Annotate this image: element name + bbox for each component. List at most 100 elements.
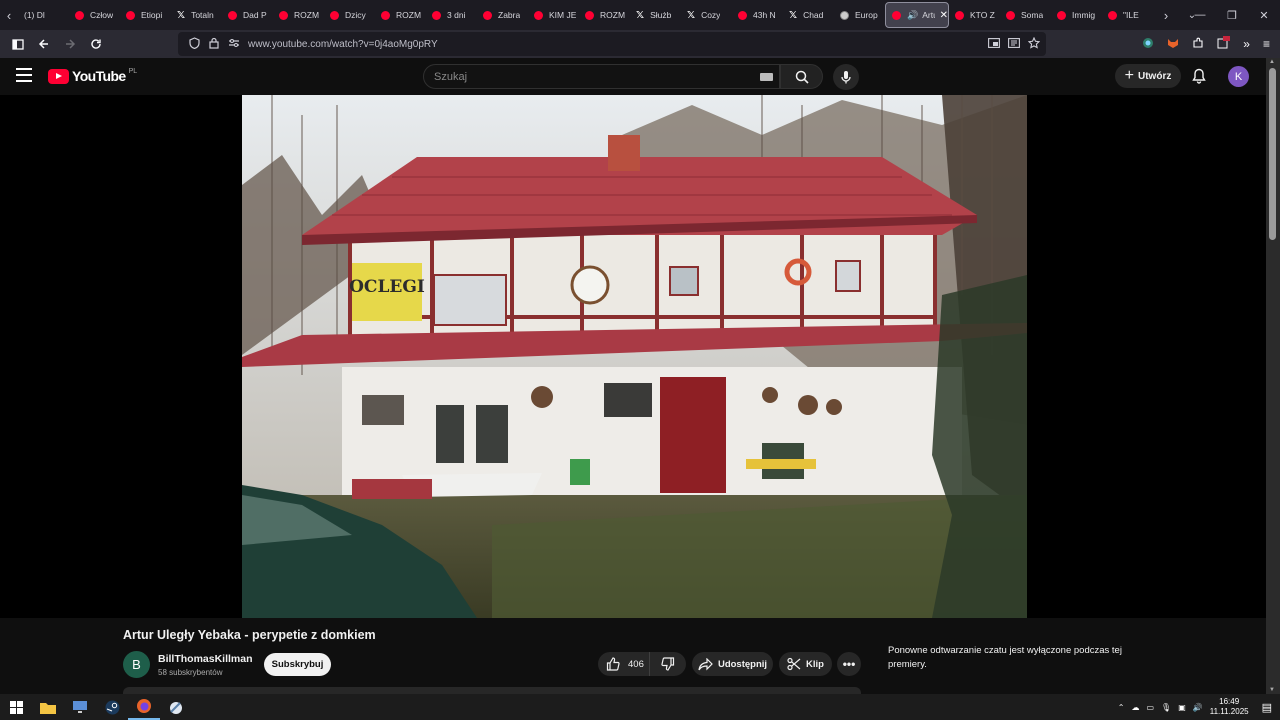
browser-tab[interactable]: Etiopi (120, 2, 171, 28)
tab-title: Dad P (243, 10, 267, 20)
browser-tab[interactable]: Europ (834, 2, 885, 28)
minimize-icon[interactable]: — (1184, 0, 1216, 30)
page-scrollbar[interactable]: ▲ ▼ (1266, 58, 1280, 694)
notifications-bell-icon[interactable] (1189, 66, 1209, 86)
voice-search-button[interactable] (833, 64, 859, 90)
youtube-icon (955, 10, 964, 20)
account-avatar[interactable]: K (1228, 66, 1249, 87)
create-button[interactable]: + Utwórz (1115, 64, 1181, 88)
tabs-scroll-left-icon[interactable]: ‹ (0, 0, 18, 30)
browser-tab[interactable]: 𝕏 Chad (783, 2, 834, 28)
youtube-icon (738, 10, 747, 20)
video-player[interactable]: OCLEGI (0, 95, 1266, 618)
channel-avatar[interactable]: B (123, 651, 150, 678)
create-label: Utwórz (1138, 70, 1172, 82)
share-icon (698, 657, 713, 670)
restore-icon[interactable]: ❐ (1216, 0, 1248, 30)
clip-label: Klip (806, 658, 824, 670)
browser-tab[interactable]: Człow (69, 2, 120, 28)
browser-tab[interactable]: 🔊 Artu ✕ (885, 2, 949, 28)
dislike-button[interactable] (650, 657, 686, 671)
subscribe-button[interactable]: Subskrybuj (264, 653, 331, 676)
bookmark-star-icon[interactable] (1027, 36, 1041, 52)
tab-title: Dzicy (345, 10, 366, 20)
tabs-scroll-right-icon[interactable]: › (1157, 0, 1175, 30)
browser-tab[interactable]: KTO Z (949, 2, 1000, 28)
browser-tab[interactable]: Dad P (222, 2, 273, 28)
channel-name[interactable]: BillThomasKillman (158, 653, 253, 665)
picture-in-picture-icon[interactable] (988, 37, 1000, 51)
audio-playing-icon[interactable]: 🔊 (907, 10, 918, 21)
search-button[interactable] (780, 64, 823, 89)
reader-view-icon[interactable] (1008, 37, 1020, 51)
browser-tab[interactable]: 𝕏 Służb (630, 2, 681, 28)
browser-tab[interactable]: ROZM (273, 2, 324, 28)
tab-title: Europ (855, 10, 878, 20)
clock-time: 16:49 (1219, 697, 1240, 706)
browser-tab[interactable]: ROZM (579, 2, 630, 28)
remote-desktop-icon[interactable] (64, 694, 96, 720)
scrollbar-thumb[interactable] (1269, 68, 1276, 240)
share-button[interactable]: Udostępnij (692, 652, 773, 676)
browser-tab[interactable]: 𝕏 Totaln (171, 2, 222, 28)
browser-tab[interactable]: 3 dni (426, 2, 477, 28)
youtube-icon (892, 10, 901, 20)
volume-icon[interactable]: 🔊 (1193, 703, 1203, 712)
more-actions-button[interactable]: ••• (837, 652, 861, 676)
clock[interactable]: 16:49 11.11.2025 (1210, 697, 1249, 717)
scroll-up-arrow-icon[interactable]: ▲ (1269, 59, 1275, 65)
lock-icon[interactable] (204, 37, 224, 52)
browser-tab[interactable]: Dzicy (324, 2, 375, 28)
notifications-icon[interactable]: ▤ (1262, 701, 1272, 714)
guide-menu-icon[interactable] (16, 68, 32, 82)
file-explorer-icon[interactable] (32, 694, 64, 720)
microphone-tray-icon[interactable]: 🎙 (1161, 703, 1171, 712)
network-icon[interactable]: ▭ (1146, 703, 1154, 712)
display-icon[interactable]: ▣ (1178, 703, 1186, 712)
youtube-icon (483, 10, 492, 20)
browser-tab[interactable]: "ILE (1102, 2, 1153, 28)
video-frame[interactable]: OCLEGI (242, 95, 1027, 618)
browser-tab[interactable]: KIM JE (528, 2, 579, 28)
back-icon[interactable] (32, 32, 56, 56)
extensions-puzzle-icon[interactable] (1192, 37, 1204, 52)
like-button[interactable]: 406 (598, 652, 650, 676)
browser-tab[interactable]: Immig (1051, 2, 1102, 28)
close-window-icon[interactable]: ✕ (1248, 0, 1280, 30)
sidebar-toggle-icon[interactable] (6, 32, 30, 56)
steam-icon[interactable] (96, 694, 128, 720)
close-tab-icon[interactable]: ✕ (940, 10, 948, 21)
youtube-play-icon (48, 68, 69, 84)
browser-tab[interactable]: (1) Dl (18, 2, 69, 28)
shield-extension-icon[interactable] (1142, 37, 1154, 52)
container-extension-icon[interactable] (1217, 36, 1231, 52)
browser-tab[interactable]: Soma (1000, 2, 1051, 28)
video-details: Artur Uległy Yebaka - perypetie z domkie… (0, 618, 1266, 695)
url-text[interactable]: www.youtube.com/watch?v=0j4aoMg0pRY (248, 39, 438, 50)
tracking-protection-icon[interactable] (184, 36, 204, 52)
forward-icon[interactable] (58, 32, 82, 56)
fox-extension-icon[interactable] (1167, 37, 1179, 52)
app-wrench-icon[interactable] (160, 694, 192, 720)
keyboard-icon[interactable] (760, 73, 773, 81)
tab-title: Służb (650, 10, 672, 20)
hamburger-menu-icon[interactable]: ≡ (1263, 37, 1270, 51)
reload-icon[interactable] (84, 32, 108, 56)
youtube-logo[interactable]: YouTube PL (48, 68, 137, 84)
x-icon: 𝕏 (636, 9, 645, 21)
search-input[interactable]: Szukaj (423, 64, 780, 89)
firefox-icon[interactable] (128, 694, 160, 720)
clip-button[interactable]: Klip (779, 652, 832, 676)
browser-tab[interactable]: 𝕏 Cozy (681, 2, 732, 28)
windows-start-icon[interactable] (0, 694, 32, 720)
onedrive-cloud-icon[interactable]: ☁ (1131, 703, 1139, 712)
browser-tab[interactable]: ROZM (375, 2, 426, 28)
overflow-menu-icon[interactable]: » (1243, 37, 1250, 51)
scroll-down-arrow-icon[interactable]: ▼ (1269, 687, 1275, 693)
browser-tab[interactable]: Zabra (477, 2, 528, 28)
browser-tab[interactable]: 43h N (732, 2, 783, 28)
show-hidden-icons-icon[interactable]: ⌃ (1118, 703, 1125, 712)
address-bar[interactable]: www.youtube.com/watch?v=0j4aoMg0pRY (178, 32, 1046, 56)
browser-tab-bar: ‹ (1) Dl Człow Etiopi 𝕏 Totaln Dad P ROZM Dzicy… (0, 0, 1280, 30)
permissions-icon[interactable] (224, 38, 244, 51)
